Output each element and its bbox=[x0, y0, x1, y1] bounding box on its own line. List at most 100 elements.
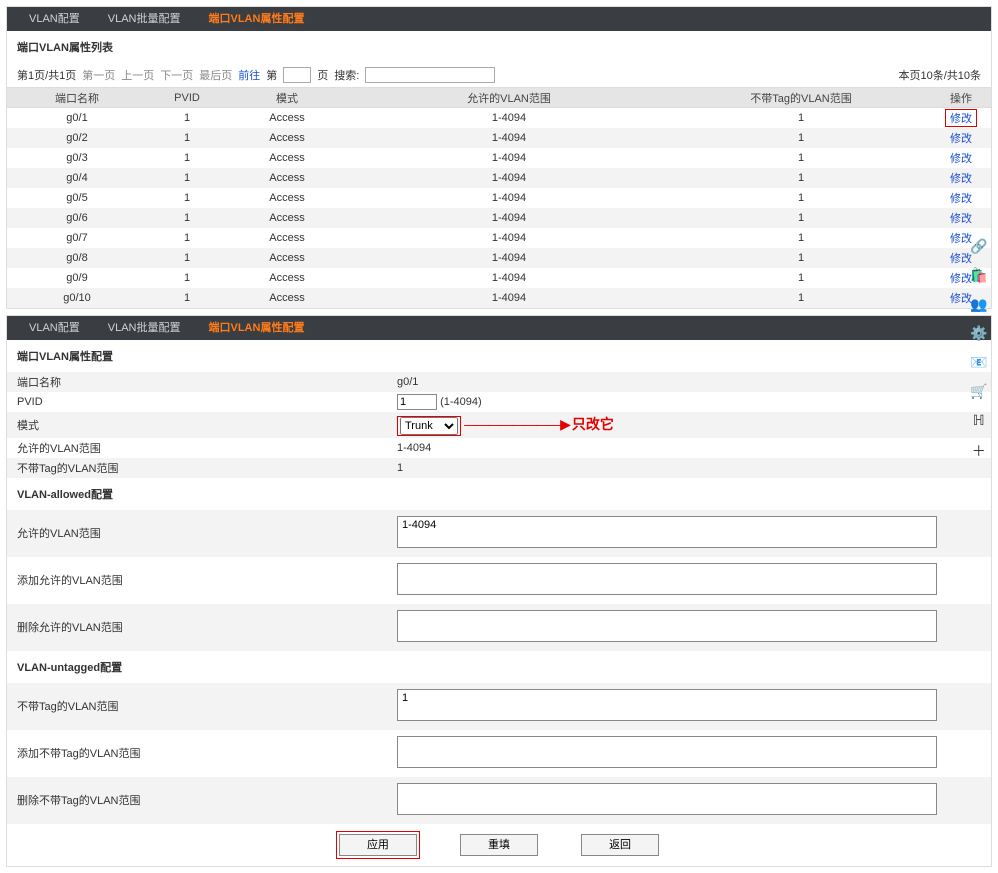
pager-stats: 本页10条/共10条 bbox=[898, 67, 981, 83]
cell-mode: Access bbox=[227, 188, 347, 208]
cell-port: g0/4 bbox=[7, 168, 147, 188]
cell-untagged: 1 bbox=[671, 248, 931, 268]
untagged-input-1[interactable] bbox=[397, 736, 937, 768]
list-panel: VLAN配置 VLAN批量配置 端口VLAN属性配置 端口VLAN属性列表 第1… bbox=[6, 6, 992, 309]
col-op: 操作 bbox=[931, 88, 991, 108]
cell-pvid: 1 bbox=[147, 288, 227, 308]
cell-pvid: 1 bbox=[147, 208, 227, 228]
untagged-value-cell bbox=[387, 683, 991, 730]
edit-link[interactable]: 修改 bbox=[950, 153, 972, 165]
untagged-input-0[interactable] bbox=[397, 689, 937, 721]
pager-page-input[interactable] bbox=[283, 67, 311, 83]
cell-mode: Access bbox=[227, 268, 347, 288]
tabbar-bottom: VLAN配置 VLAN批量配置 端口VLAN属性配置 bbox=[7, 316, 991, 340]
edit-link[interactable]: 修改 bbox=[950, 273, 972, 285]
table-row: g0/61Access1-40941修改 bbox=[7, 208, 991, 228]
allowed-title: VLAN-allowed配置 bbox=[7, 478, 991, 510]
untagged-row: 删除不带Tag的VLAN范围 bbox=[7, 777, 991, 824]
side-icon-0[interactable]: 🔗 bbox=[970, 238, 987, 255]
cell-allowed: 1-4094 bbox=[347, 268, 671, 288]
cell-port: g0/8 bbox=[7, 248, 147, 268]
table-row: g0/71Access1-40941修改 bbox=[7, 228, 991, 248]
pager-go[interactable]: 前往 bbox=[238, 67, 260, 83]
pager-search-label: 搜索: bbox=[334, 67, 359, 83]
side-icon-7[interactable]: ＋ bbox=[972, 441, 986, 461]
back-button[interactable]: 返回 bbox=[581, 834, 659, 856]
pager-prev[interactable]: 上一页 bbox=[121, 67, 154, 83]
config-panel: VLAN配置 VLAN批量配置 端口VLAN属性配置 端口VLAN属性配置 端口… bbox=[6, 315, 992, 867]
edit-link[interactable]: 修改 bbox=[950, 293, 972, 305]
allowed-input-0[interactable] bbox=[397, 516, 937, 548]
reset-button[interactable]: 重填 bbox=[460, 834, 538, 856]
table-row: g0/91Access1-40941修改 bbox=[7, 268, 991, 288]
cfg-pvid-input[interactable] bbox=[397, 394, 437, 410]
table-row: g0/41Access1-40941修改 bbox=[7, 168, 991, 188]
tab-vlan-batch[interactable]: VLAN批量配置 bbox=[94, 7, 195, 31]
apply-button[interactable]: 应用 bbox=[339, 834, 417, 856]
cfg-title: 端口VLAN属性配置 bbox=[7, 340, 991, 372]
cell-op: 修改 bbox=[931, 108, 991, 128]
cell-untagged: 1 bbox=[671, 288, 931, 308]
untagged-row: 添加不带Tag的VLAN范围 bbox=[7, 730, 991, 777]
allowed-input-2[interactable] bbox=[397, 610, 937, 642]
cfg-untagged-label: 不带Tag的VLAN范围 bbox=[7, 458, 387, 478]
tab-port-vlan-attr-2[interactable]: 端口VLAN属性配置 bbox=[195, 316, 319, 340]
allowed-value-cell bbox=[387, 510, 991, 557]
cell-allowed: 1-4094 bbox=[347, 128, 671, 148]
tab-port-vlan-attr[interactable]: 端口VLAN属性配置 bbox=[195, 7, 319, 31]
cell-op: 修改 bbox=[931, 188, 991, 208]
cell-mode: Access bbox=[227, 228, 347, 248]
cfg-mode-label: 模式 bbox=[7, 412, 387, 438]
pager-search-input[interactable] bbox=[365, 67, 495, 83]
col-pvid: PVID bbox=[147, 88, 227, 108]
cell-pvid: 1 bbox=[147, 228, 227, 248]
cell-op: 修改 bbox=[931, 128, 991, 148]
cfg-mode-select[interactable]: AccessTrunkHybrid bbox=[400, 417, 458, 435]
pager-next[interactable]: 下一页 bbox=[160, 67, 193, 83]
pager-first[interactable]: 第一页 bbox=[82, 67, 115, 83]
edit-link[interactable]: 修改 bbox=[950, 193, 972, 205]
untagged-input-2[interactable] bbox=[397, 783, 937, 815]
edit-link[interactable]: 修改 bbox=[950, 173, 972, 185]
allowed-row: 添加允许的VLAN范围 bbox=[7, 557, 991, 604]
cell-allowed: 1-4094 bbox=[347, 208, 671, 228]
cell-pvid: 1 bbox=[147, 128, 227, 148]
edit-link[interactable]: 修改 bbox=[945, 109, 977, 127]
cell-pvid: 1 bbox=[147, 268, 227, 288]
edit-link[interactable]: 修改 bbox=[950, 233, 972, 245]
list-title: 端口VLAN属性列表 bbox=[7, 31, 991, 63]
pager-last[interactable]: 最后页 bbox=[199, 67, 232, 83]
cell-port: g0/5 bbox=[7, 188, 147, 208]
tab-vlan-config-2[interactable]: VLAN配置 bbox=[15, 316, 94, 340]
side-icon-6[interactable]: ℍ bbox=[973, 412, 985, 429]
pager: 第1页/共1页 第一页 上一页 下一页 最后页 前往 第 页 搜索: 本页10条… bbox=[7, 63, 991, 87]
side-icon-1[interactable]: 🛍️ bbox=[970, 267, 987, 284]
cell-pvid: 1 bbox=[147, 148, 227, 168]
cell-port: g0/2 bbox=[7, 128, 147, 148]
cell-op: 修改 bbox=[931, 208, 991, 228]
cfg-pvid-hint: (1-4094) bbox=[440, 396, 482, 408]
cell-untagged: 1 bbox=[671, 128, 931, 148]
col-mode: 模式 bbox=[227, 88, 347, 108]
side-icon-2[interactable]: 👥 bbox=[970, 296, 987, 313]
table-row: g0/81Access1-40941修改 bbox=[7, 248, 991, 268]
button-row: 应用 重填 返回 bbox=[7, 824, 991, 866]
edit-link[interactable]: 修改 bbox=[950, 253, 972, 265]
tab-vlan-config[interactable]: VLAN配置 bbox=[15, 7, 94, 31]
side-icon-3[interactable]: ⚙️ bbox=[970, 325, 987, 342]
allowed-value-cell bbox=[387, 557, 991, 604]
cell-pvid: 1 bbox=[147, 168, 227, 188]
pager-page-suffix: 页 bbox=[317, 67, 328, 83]
table-row: g0/21Access1-40941修改 bbox=[7, 128, 991, 148]
tab-vlan-batch-2[interactable]: VLAN批量配置 bbox=[94, 316, 195, 340]
edit-link[interactable]: 修改 bbox=[950, 133, 972, 145]
allowed-input-1[interactable] bbox=[397, 563, 937, 595]
edit-link[interactable]: 修改 bbox=[950, 213, 972, 225]
cfg-pvid-label: PVID bbox=[7, 392, 387, 412]
cell-untagged: 1 bbox=[671, 268, 931, 288]
side-icon-4[interactable]: 📧 bbox=[970, 354, 987, 371]
cell-port: g0/9 bbox=[7, 268, 147, 288]
cell-pvid: 1 bbox=[147, 248, 227, 268]
cfg-port-value: g0/1 bbox=[387, 372, 991, 392]
side-icon-5[interactable]: 🛒 bbox=[970, 383, 987, 400]
